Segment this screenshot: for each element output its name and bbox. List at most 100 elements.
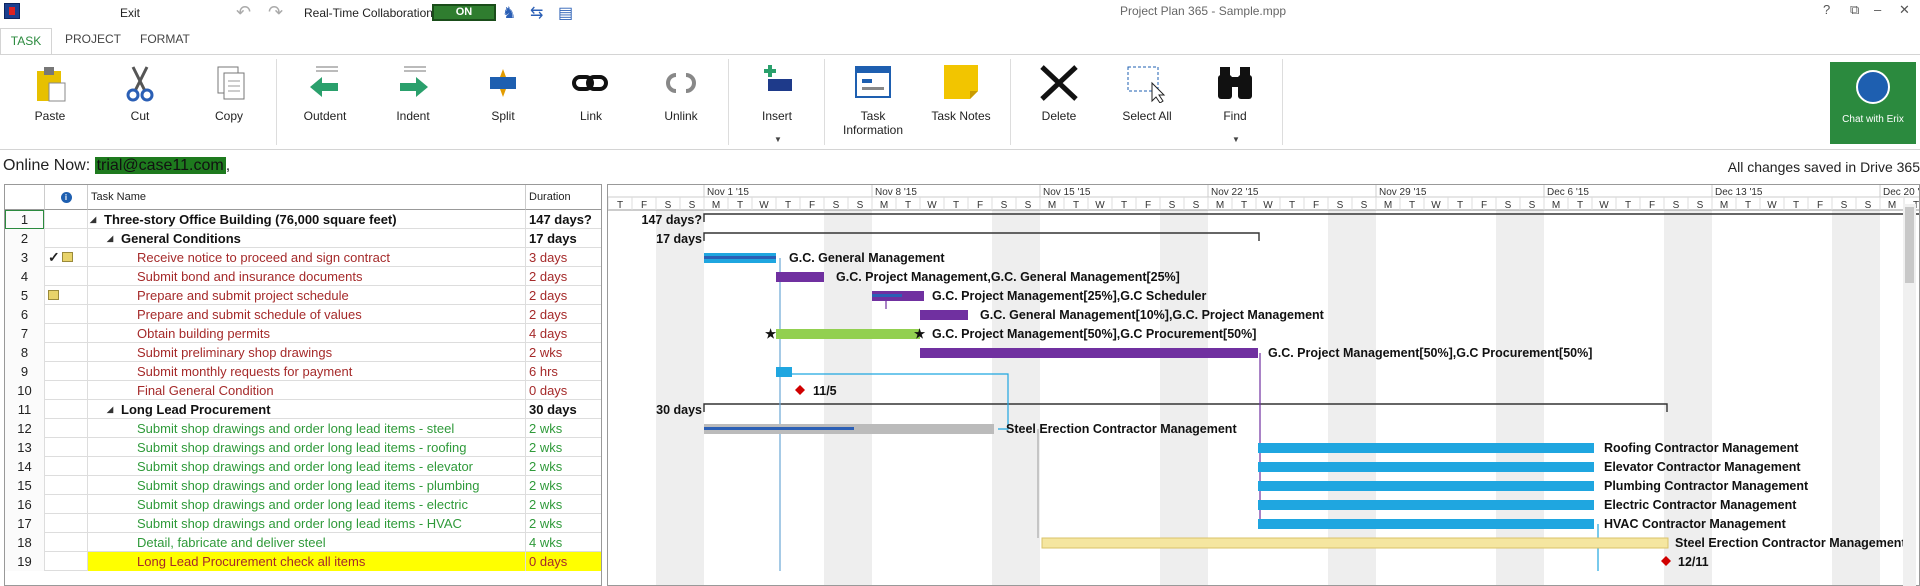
split-button[interactable]: Split bbox=[468, 63, 538, 123]
task-bar[interactable] bbox=[776, 329, 920, 339]
summary-bar[interactable] bbox=[703, 213, 1920, 222]
table-row[interactable]: 15 Submit shop drawings and order long le… bbox=[5, 476, 601, 495]
task-name-cell[interactable]: Submit preliminary shop drawings bbox=[88, 343, 526, 362]
close-button[interactable]: ✕ bbox=[1899, 2, 1910, 18]
task-name-cell[interactable]: ◢ Long Lead Procurement bbox=[88, 400, 526, 419]
task-name-cell[interactable]: Submit shop drawings and order long lead… bbox=[88, 514, 526, 533]
milestone-diamond[interactable] bbox=[795, 385, 805, 395]
row-id[interactable]: 2 bbox=[5, 229, 45, 248]
task-bar[interactable] bbox=[1041, 537, 1669, 549]
table-row[interactable]: 18 Detail, fabricate and deliver steel 4 w… bbox=[5, 533, 601, 552]
row-id[interactable]: 18 bbox=[5, 533, 45, 552]
row-id[interactable]: 11 bbox=[5, 400, 45, 419]
table-row[interactable]: 3 ✓ Receive notice to proceed and sign con… bbox=[5, 248, 601, 267]
table-row[interactable]: 12 Submit shop drawings and order long le… bbox=[5, 419, 601, 438]
header-task-name[interactable]: Task Name bbox=[88, 185, 526, 210]
duration-cell[interactable]: 2 wks bbox=[526, 514, 601, 533]
indent-button[interactable]: Indent bbox=[378, 63, 448, 123]
duration-cell[interactable]: 2 days bbox=[526, 286, 601, 305]
row-id[interactable]: 16 bbox=[5, 495, 45, 514]
note-icon[interactable] bbox=[48, 290, 59, 300]
row-id[interactable]: 12 bbox=[5, 419, 45, 438]
task-name-cell[interactable]: Submit monthly requests for payment bbox=[88, 362, 526, 381]
task-bar[interactable] bbox=[920, 310, 968, 320]
task-bar[interactable] bbox=[1258, 462, 1594, 472]
task-notes-button[interactable]: Task Notes bbox=[926, 63, 996, 123]
task-name-cell[interactable]: Submit bond and insurance documents bbox=[88, 267, 526, 286]
duration-cell[interactable]: 4 wks bbox=[526, 533, 601, 552]
duration-cell[interactable]: 30 days bbox=[526, 400, 601, 419]
row-id[interactable]: 8 bbox=[5, 343, 45, 362]
tab-task[interactable]: TASK bbox=[0, 28, 52, 55]
find-button[interactable]: Find bbox=[1200, 63, 1270, 123]
row-id[interactable]: 6 bbox=[5, 305, 45, 324]
duration-cell[interactable]: 2 days bbox=[526, 305, 601, 324]
copy-button[interactable]: Copy bbox=[194, 63, 264, 123]
duration-cell[interactable]: 2 wks bbox=[526, 457, 601, 476]
duration-cell[interactable]: 2 wks bbox=[526, 495, 601, 514]
table-row[interactable]: 10 Final General Condition 0 days bbox=[5, 381, 601, 400]
undo-icon[interactable]: ↶ bbox=[236, 2, 251, 23]
insert-dropdown-icon[interactable]: ▼ bbox=[774, 135, 782, 144]
tab-format[interactable]: FORMAT bbox=[140, 32, 190, 46]
tab-project[interactable]: PROJECT bbox=[65, 32, 121, 46]
redo-icon[interactable]: ↷ bbox=[268, 2, 283, 23]
row-id[interactable]: 3 bbox=[5, 248, 45, 267]
table-row[interactable]: 2 ◢ General Conditions 17 days bbox=[5, 229, 601, 248]
task-name-cell[interactable]: Submit shop drawings and order long lead… bbox=[88, 457, 526, 476]
row-id[interactable]: 15 bbox=[5, 476, 45, 495]
table-row[interactable]: 6 Prepare and submit schedule of values 2 … bbox=[5, 305, 601, 324]
row-id[interactable]: 19 bbox=[5, 552, 45, 571]
duration-cell[interactable]: 4 days bbox=[526, 324, 601, 343]
minimize-button[interactable]: – bbox=[1874, 2, 1881, 17]
task-name-cell[interactable]: Submit shop drawings and order long lead… bbox=[88, 419, 526, 438]
row-id[interactable]: 4 bbox=[5, 267, 45, 286]
duration-cell[interactable]: 2 wks bbox=[526, 343, 601, 362]
task-name-cell[interactable]: Final General Condition bbox=[88, 381, 526, 400]
duration-cell[interactable]: 2 wks bbox=[526, 476, 601, 495]
table-row[interactable]: 5 Prepare and submit project schedule 2 da… bbox=[5, 286, 601, 305]
task-bar[interactable] bbox=[1258, 443, 1594, 453]
row-id[interactable]: 14 bbox=[5, 457, 45, 476]
collapse-triangle-icon[interactable]: ◢ bbox=[107, 400, 113, 419]
publish-icon[interactable]: ▤ bbox=[558, 3, 578, 23]
row-id[interactable]: 9 bbox=[5, 362, 45, 381]
header-duration[interactable]: Duration bbox=[526, 185, 601, 210]
task-name-cell[interactable]: Prepare and submit project schedule bbox=[88, 286, 526, 305]
outdent-button[interactable]: Outdent bbox=[290, 63, 360, 123]
share-users-icon[interactable]: ♞ bbox=[502, 3, 522, 23]
table-row[interactable]: 11 ◢ Long Lead Procurement 30 days bbox=[5, 400, 601, 419]
help-button[interactable]: ? bbox=[1823, 2, 1830, 17]
find-dropdown-icon[interactable]: ▼ bbox=[1232, 135, 1240, 144]
duration-cell[interactable]: 147 days? bbox=[526, 210, 601, 229]
task-name-cell[interactable]: Prepare and submit schedule of values bbox=[88, 305, 526, 324]
task-bar[interactable] bbox=[776, 367, 792, 377]
duration-cell[interactable]: 6 hrs bbox=[526, 362, 601, 381]
select-all-button[interactable]: Select All bbox=[1112, 63, 1182, 123]
table-row[interactable]: 13 Submit shop drawings and order long le… bbox=[5, 438, 601, 457]
table-row[interactable]: 16 Submit shop drawings and order long le… bbox=[5, 495, 601, 514]
paste-button[interactable]: Paste bbox=[15, 63, 85, 123]
duration-cell[interactable]: 0 days bbox=[526, 381, 601, 400]
link-button[interactable]: Link bbox=[556, 63, 626, 123]
duration-cell[interactable]: 17 days bbox=[526, 229, 601, 248]
row-id[interactable]: 7 bbox=[5, 324, 45, 343]
table-row[interactable]: 7 Obtain building permits 4 days bbox=[5, 324, 601, 343]
task-name-cell[interactable]: Submit shop drawings and order long lead… bbox=[88, 438, 526, 457]
task-bar[interactable] bbox=[776, 272, 824, 282]
table-row[interactable]: 17 Submit shop drawings and order long le… bbox=[5, 514, 601, 533]
duration-cell[interactable]: 0 days bbox=[526, 552, 601, 571]
exit-button[interactable]: Exit bbox=[120, 6, 140, 20]
row-id[interactable]: 10 bbox=[5, 381, 45, 400]
table-row[interactable]: 8 Submit preliminary shop drawings 2 wks bbox=[5, 343, 601, 362]
insert-button[interactable]: Insert bbox=[742, 63, 812, 123]
task-name-cell[interactable]: Detail, fabricate and deliver steel bbox=[88, 533, 526, 552]
duration-cell[interactable]: 2 wks bbox=[526, 438, 601, 457]
row-id[interactable]: 13 bbox=[5, 438, 45, 457]
task-name-cell[interactable]: Long Lead Procurement check all items bbox=[88, 552, 526, 571]
task-name-cell[interactable]: Submit shop drawings and order long lead… bbox=[88, 495, 526, 514]
task-bar[interactable] bbox=[1258, 519, 1594, 529]
row-id[interactable]: 1 bbox=[5, 210, 45, 229]
task-bar[interactable] bbox=[1258, 481, 1594, 491]
duration-cell[interactable]: 2 days bbox=[526, 267, 601, 286]
